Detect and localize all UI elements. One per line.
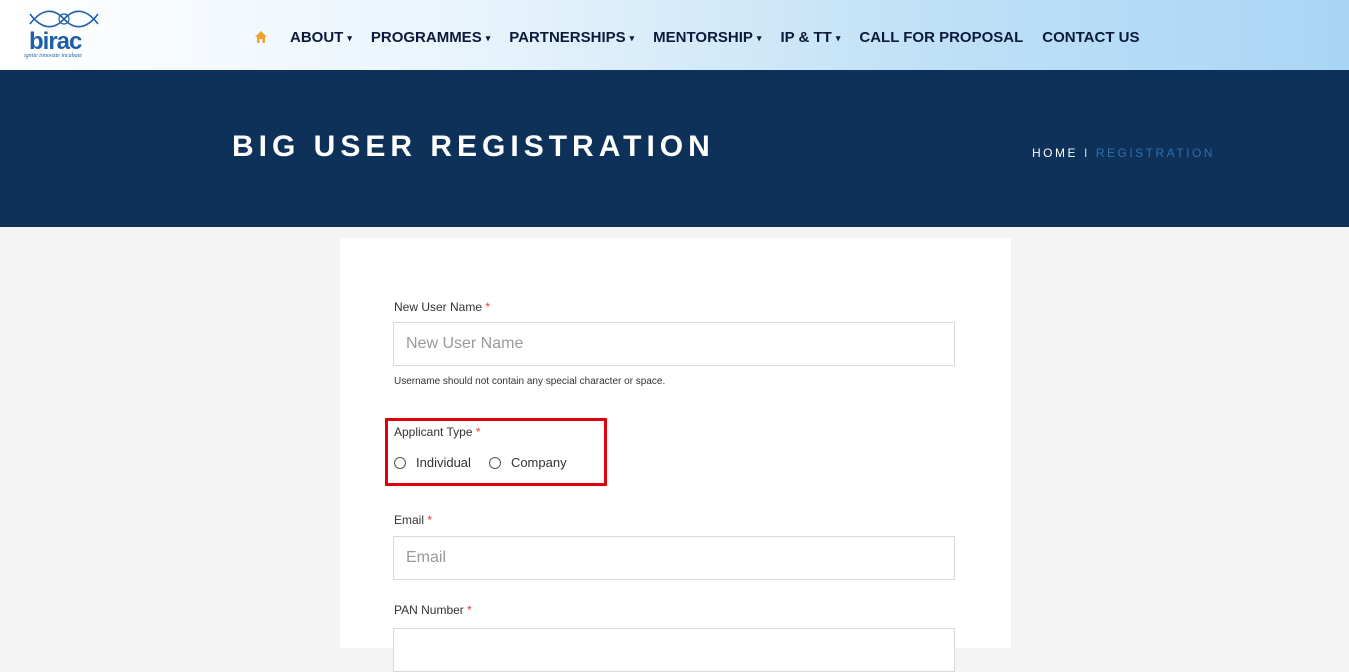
breadcrumb-home[interactable]: HOME bbox=[1032, 146, 1078, 160]
required-marker: * bbox=[467, 603, 472, 617]
email-label: Email * bbox=[394, 513, 433, 527]
nav-about[interactable]: ABOUT ▾ bbox=[290, 29, 352, 46]
breadcrumb-current: REGISTRATION bbox=[1095, 146, 1215, 160]
home-icon[interactable] bbox=[254, 30, 268, 44]
username-help-text: Username should not contain any special … bbox=[394, 376, 666, 387]
email-input[interactable] bbox=[393, 536, 955, 580]
main-nav: ABOUT ▾ PROGRAMMES ▾ PARTNERSHIPS ▾ MENTORS… bbox=[254, 27, 1159, 47]
caret-down-icon: ▾ bbox=[347, 32, 352, 43]
top-navbar: birac ignite innovate incubate ABOUT ▾ PR… bbox=[0, 0, 1349, 70]
page-banner: BIG USER REGISTRATION HOME I REGISTRATION bbox=[0, 70, 1349, 227]
breadcrumb-separator: I bbox=[1084, 146, 1090, 160]
username-label: New User Name * bbox=[394, 300, 491, 314]
nav-partnerships[interactable]: PARTNERSHIPS ▾ bbox=[509, 29, 634, 46]
username-input[interactable] bbox=[393, 322, 955, 366]
caret-down-icon: ▾ bbox=[835, 32, 841, 43]
caret-down-icon: ▾ bbox=[756, 32, 762, 43]
caret-down-icon: ▾ bbox=[485, 32, 491, 43]
logo-tagline: ignite innovate incubate bbox=[24, 53, 82, 59]
caret-down-icon: ▾ bbox=[629, 32, 635, 43]
nav-call-for-proposal[interactable]: CALL FOR PROPOSAL bbox=[859, 29, 1023, 46]
pan-label: PAN Number * bbox=[394, 603, 472, 617]
required-marker: * bbox=[427, 513, 433, 527]
required-marker: * bbox=[485, 300, 491, 314]
nav-mentorship[interactable]: MENTORSHIP ▾ bbox=[653, 29, 761, 46]
applicant-type-highlight-box bbox=[385, 418, 607, 486]
nav-programmes[interactable]: PROGRAMMES ▾ bbox=[371, 29, 490, 46]
page-title: BIG USER REGISTRATION bbox=[232, 130, 715, 163]
nav-contact-us[interactable]: CONTACT US bbox=[1042, 29, 1139, 46]
nav-ip-tt[interactable]: IP & TT ▾ bbox=[780, 29, 840, 46]
pan-input[interactable] bbox=[393, 628, 955, 672]
logo-text: birac bbox=[29, 28, 82, 55]
breadcrumb: HOME I REGISTRATION bbox=[1032, 146, 1215, 160]
birac-logo[interactable]: birac ignite innovate incubate bbox=[24, 6, 104, 64]
